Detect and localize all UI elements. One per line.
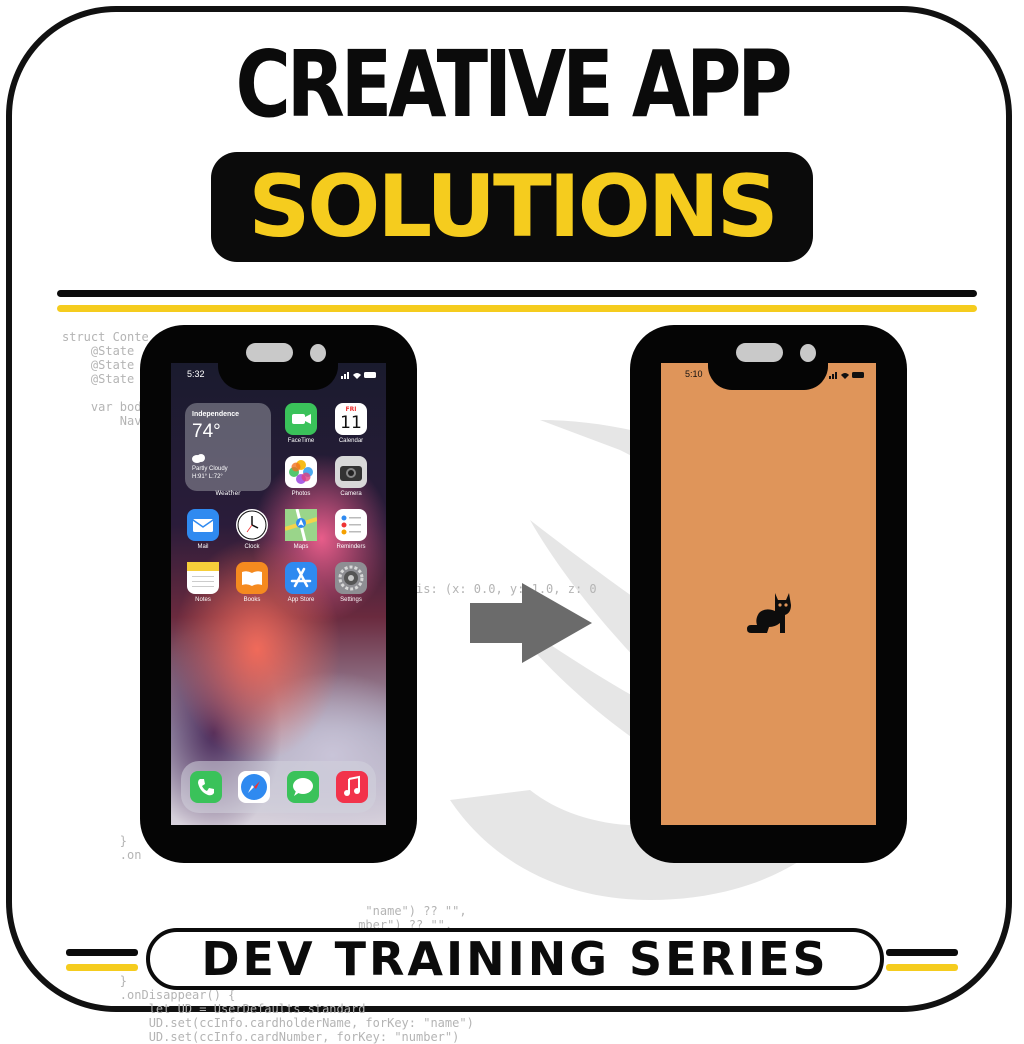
- footer-bar: [886, 949, 958, 956]
- series-title: DEV TRAINING SERIES: [201, 932, 829, 986]
- divider-yellow: [57, 305, 977, 312]
- weather-widget[interactable]: Independence 74° Partly Cloudy H:91° L:7…: [185, 403, 271, 491]
- camera-icon[interactable]: [335, 456, 367, 488]
- title-line-1: CREATIVE APP: [235, 31, 792, 138]
- arrow-right-icon: [470, 583, 592, 663]
- weather-temp: 74°: [192, 421, 221, 442]
- footer-bar: [66, 949, 138, 956]
- code-line: "name") ?? "",: [62, 904, 467, 918]
- facetime-icon[interactable]: [285, 403, 317, 435]
- calendar-icon[interactable]: FRI 11: [335, 403, 367, 435]
- settings-icon[interactable]: [335, 562, 367, 594]
- weather-caption: Weather: [215, 490, 241, 497]
- photos-icon[interactable]: [285, 456, 317, 488]
- app-label: Mail: [197, 544, 209, 550]
- camera-dot: [800, 344, 816, 362]
- app-label: Camera: [340, 491, 362, 497]
- app-label: Books: [243, 597, 261, 603]
- weather-condition: Partly Cloudy: [192, 466, 228, 472]
- code-line: let UD = UserDefaults.standard: [62, 1002, 366, 1016]
- divider-black: [57, 290, 977, 297]
- app-label: Clock: [244, 544, 260, 550]
- status-time: 5:10: [685, 369, 703, 379]
- code-line: UD.set(ccInfo.cardholderName, forKey: "n…: [62, 1016, 474, 1030]
- app-label: Notes: [195, 597, 211, 603]
- footer-bar-accent: [886, 964, 958, 971]
- maps-icon[interactable]: [284, 508, 318, 542]
- left-phone: 5:32 Independence 74° Partly Cloudy H:91…: [140, 325, 417, 863]
- weather-hilo: H:91° L:72°: [192, 474, 223, 480]
- reminders-icon[interactable]: [335, 509, 367, 541]
- books-icon[interactable]: [236, 562, 268, 594]
- safari-icon[interactable]: [238, 771, 270, 803]
- weather-city: Independence: [192, 411, 240, 418]
- speaker-grill: [246, 343, 293, 362]
- code-line: UD.set(ccInfo.cardNumber, forKey: "numbe…: [62, 1030, 460, 1044]
- phone-icon[interactable]: [190, 771, 222, 803]
- camera-dot: [310, 344, 326, 362]
- calendar-day: FRI: [345, 406, 357, 413]
- right-phone: 5:10: [630, 325, 907, 863]
- calendar-date: 11: [340, 413, 362, 433]
- app-label: Calendar: [338, 438, 364, 444]
- music-icon[interactable]: [336, 771, 368, 803]
- app-label: Settings: [340, 597, 362, 603]
- app-label: Maps: [293, 544, 309, 550]
- app-store-icon[interactable]: [285, 562, 317, 594]
- cloud-icon: [192, 454, 205, 463]
- app-label: FaceTime: [287, 438, 315, 444]
- cat-icon[interactable]: [745, 591, 793, 637]
- app-label: Reminders: [336, 544, 366, 550]
- notes-icon[interactable]: [187, 562, 219, 594]
- status-time: 5:32: [187, 369, 205, 379]
- title-line-2: SOLUTIONS: [248, 157, 778, 257]
- status-icons: [829, 372, 864, 379]
- messages-icon[interactable]: [287, 771, 319, 803]
- dock: [181, 761, 376, 813]
- app-label: Photos: [291, 491, 311, 497]
- mail-icon[interactable]: [187, 509, 219, 541]
- status-icons: [341, 372, 376, 379]
- home-screen: 5:32 Independence 74° Partly Cloudy H:91…: [171, 363, 386, 825]
- footer-bar-accent: [66, 964, 138, 971]
- app-screen: 5:10: [661, 363, 876, 825]
- speaker-grill: [736, 343, 783, 362]
- code-line: .onDisappear() {: [62, 988, 236, 1002]
- app-label: App Store: [287, 597, 315, 603]
- clock-icon[interactable]: [236, 509, 268, 541]
